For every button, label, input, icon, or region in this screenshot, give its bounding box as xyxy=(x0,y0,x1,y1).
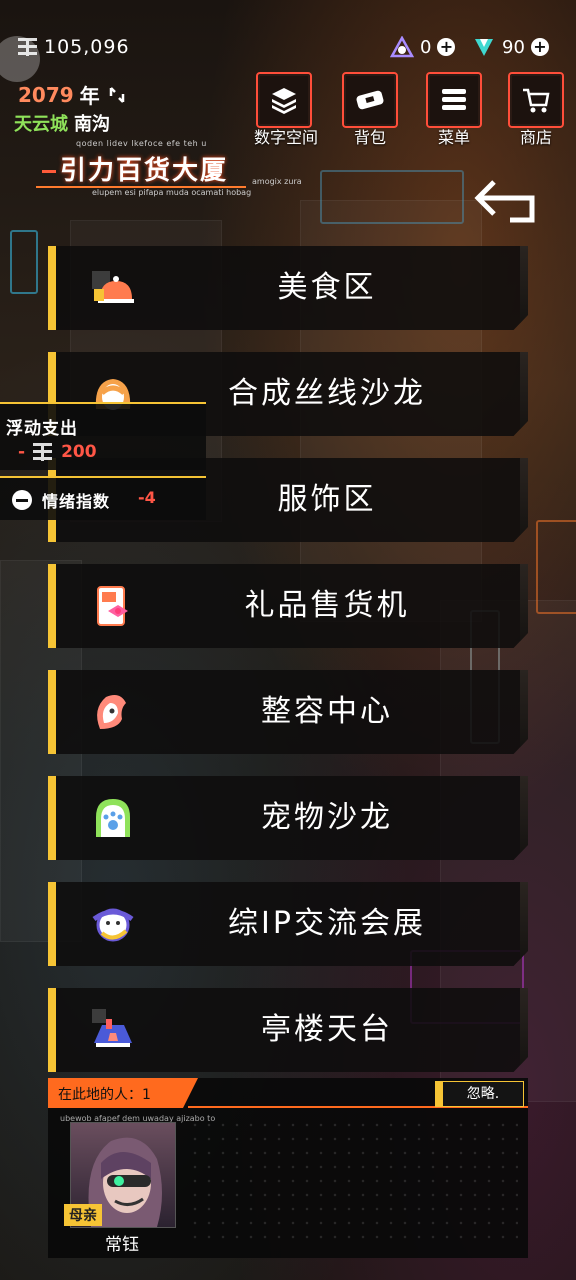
expense-popup: 浮动支出 - 200 xyxy=(0,402,206,470)
dot-grid xyxy=(188,1118,518,1248)
resource-1-value: 0 xyxy=(420,36,432,58)
expense-value-row: - 200 xyxy=(18,442,97,462)
diamond-icon xyxy=(475,39,493,56)
mood-popup: 情绪指数 -4 xyxy=(0,476,206,520)
add-resource-2-button[interactable]: + xyxy=(530,38,549,56)
menu-item-label: 宠物沙龙 xyxy=(261,800,393,835)
menu-item-pet-salon[interactable]: 宠物沙龙 xyxy=(48,776,528,860)
location-subtitle-top: qoden lidev lkefoce efe teh u xyxy=(76,139,207,148)
ip-expo-icon xyxy=(92,908,134,942)
mood-face-icon xyxy=(12,490,32,510)
year-suffix: 年 xyxy=(79,84,100,108)
layers-icon xyxy=(272,88,296,114)
location-display: 天云城 南沟 xyxy=(14,110,110,136)
people-header: 在此地的人：1 xyxy=(48,1078,198,1108)
menu-item-label: 综IP交流会展 xyxy=(228,906,426,941)
menu-item-food[interactable]: 美食区 xyxy=(48,246,528,330)
bag-icon xyxy=(356,90,384,110)
expense-value: 200 xyxy=(61,442,97,462)
face-surgery-icon xyxy=(97,695,126,729)
nav-label: 商店 xyxy=(519,128,552,147)
location-title: 引力百货大厦 xyxy=(60,156,229,186)
add-resource-1-button[interactable]: + xyxy=(437,38,456,56)
year-value: 2079 xyxy=(18,82,74,107)
nav-digital-space-button[interactable]: 数字空间 xyxy=(254,72,318,147)
menu-item-plastic-surgery[interactable]: 整容中心 xyxy=(48,670,528,754)
area-menu: 美食区 合成丝线沙龙 服饰区 礼品售货机 整容中心 宠物沙龙 综IP交流会展 亭… xyxy=(48,246,528,1094)
menu-item-label: 美食区 xyxy=(277,270,377,305)
refresh-icon[interactable] xyxy=(106,84,128,106)
money-value: 105,096 xyxy=(44,36,130,58)
mood-value: -4 xyxy=(138,488,156,507)
expense-sign: - xyxy=(18,442,26,462)
list-icon xyxy=(442,89,466,110)
person-name: 常钰 xyxy=(105,1235,139,1255)
person-role-badge: 母亲 xyxy=(64,1204,102,1226)
location-title-block: 引力百货大厦 xyxy=(40,150,280,190)
district-name: 南沟 xyxy=(74,114,110,135)
resource-1: 0 + xyxy=(390,36,456,58)
triangle-orb-icon xyxy=(390,36,414,58)
rooftop-icon xyxy=(92,1009,132,1047)
resource-2: 90 + xyxy=(472,36,549,58)
nav-backpack-button[interactable]: 背包 xyxy=(340,72,400,147)
location-subtitle-right: amogix zura xyxy=(252,177,302,186)
menu-item-rooftop[interactable]: 亭楼天台 xyxy=(48,988,528,1072)
nav-label: 数字空间 xyxy=(254,128,319,147)
year-display: 2079 年 xyxy=(18,80,128,109)
menu-item-ip-expo[interactable]: 综IP交流会展 xyxy=(48,882,528,966)
expense-title: 浮动支出 xyxy=(6,419,78,439)
top-status-bar: 105,096 0 + 90 + xyxy=(0,28,576,68)
menu-item-label: 亭楼天台 xyxy=(261,1012,393,1047)
back-arrow-icon[interactable] xyxy=(470,176,540,226)
location-subtitle-bottom: elupem esi pifapa muda ocamati hobag xyxy=(92,188,252,197)
people-here-panel: 在此地的人：1 忽略. ubewob afapef dem uwaday aji… xyxy=(48,1078,528,1258)
nav-label: 菜单 xyxy=(437,128,470,147)
gift-machine-icon xyxy=(97,586,128,626)
menu-item-label: 整容中心 xyxy=(261,694,393,729)
menu-item-gift-machine[interactable]: 礼品售货机 xyxy=(48,564,528,648)
people-header-text: 在此地的人：1 xyxy=(58,1087,151,1103)
cart-icon xyxy=(523,88,550,113)
ignore-button[interactable]: 忽略. xyxy=(435,1081,524,1107)
mood-title: 情绪指数 xyxy=(42,492,111,511)
nav-label: 背包 xyxy=(353,128,386,147)
food-dome-icon xyxy=(92,271,134,303)
currency-icon xyxy=(33,443,53,461)
city-name: 天云城 xyxy=(14,114,68,135)
pet-salon-icon xyxy=(96,799,130,837)
nav-shop-button[interactable]: 商店 xyxy=(506,72,566,147)
resource-2-value: 90 xyxy=(502,36,525,58)
nav-menu-button[interactable]: 菜单 xyxy=(424,72,484,147)
title-dash xyxy=(42,170,56,173)
menu-item-label: 礼品售货机 xyxy=(244,588,410,623)
